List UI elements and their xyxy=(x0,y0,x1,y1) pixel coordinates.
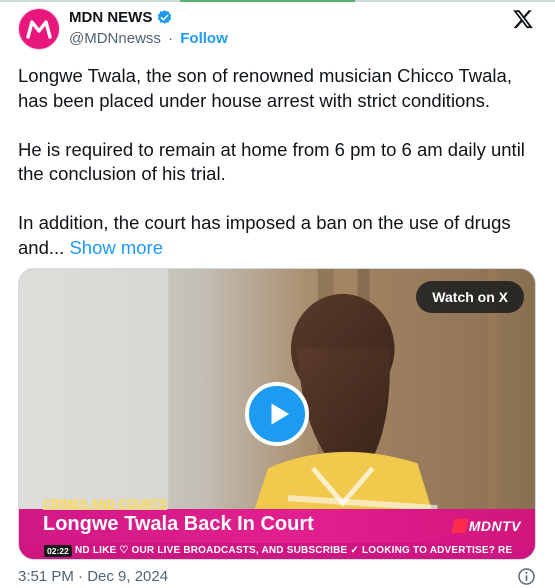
video-timestamp: 02:22 xyxy=(44,545,72,557)
tweet-paragraph-2: He is required to remain at home from 6 … xyxy=(18,138,525,185)
tweet-paragraph-1: Longwe Twala, the son of renowned musici… xyxy=(18,65,512,111)
avatar[interactable] xyxy=(18,8,60,50)
headline-bar: Longwe Twala Back In Court MDNTV xyxy=(19,509,535,543)
play-button[interactable] xyxy=(245,382,309,446)
brand-text: MDNTV xyxy=(468,518,521,534)
show-more-link[interactable]: Show more xyxy=(69,237,163,258)
handle-row: @MDNnewss · Follow xyxy=(69,30,228,47)
verified-badge-icon xyxy=(158,10,172,24)
brand-mark-icon xyxy=(451,519,469,533)
x-logo-icon[interactable] xyxy=(512,8,534,30)
play-icon xyxy=(271,403,289,425)
ticker-text: ND LIKE ♡ OUR LIVE BROADCASTS, AND SUBSC… xyxy=(75,545,513,556)
tweet-text: Longwe Twala, the son of renowned musici… xyxy=(18,64,540,260)
name-row: MDN NEWS xyxy=(69,9,173,26)
news-ticker: ND LIKE ♡ OUR LIVE BROADCASTS, AND SUBSC… xyxy=(19,543,535,559)
headline-text: Longwe Twala Back In Court xyxy=(43,513,314,535)
brand-logo: MDNTV xyxy=(451,518,521,534)
account-handle[interactable]: @MDNnewss xyxy=(69,30,161,47)
account-name[interactable]: MDN NEWS xyxy=(69,9,152,26)
watch-on-x-button[interactable]: Watch on X xyxy=(416,281,524,313)
tweet-footer: 3:51 PM · Dec 9, 2024 xyxy=(18,568,536,585)
top-divider xyxy=(0,0,555,2)
video-player[interactable]: Watch on X Longwe Twala Back In Court MD… xyxy=(18,268,536,560)
avatar-logo xyxy=(26,20,52,39)
handle-separator: · xyxy=(168,30,174,47)
follow-button[interactable]: Follow xyxy=(180,30,228,47)
tweet-timestamp[interactable]: 3:51 PM · Dec 9, 2024 xyxy=(18,568,168,585)
tweet-paragraph-3: In addition, the court has imposed a ban… xyxy=(18,211,540,260)
top-divider-accent xyxy=(180,0,355,2)
tweet-header: MDN NEWS @MDNnewss · Follow xyxy=(18,8,538,52)
category-label: CRIMES AND COURTS xyxy=(43,499,168,511)
info-icon[interactable] xyxy=(517,567,536,586)
